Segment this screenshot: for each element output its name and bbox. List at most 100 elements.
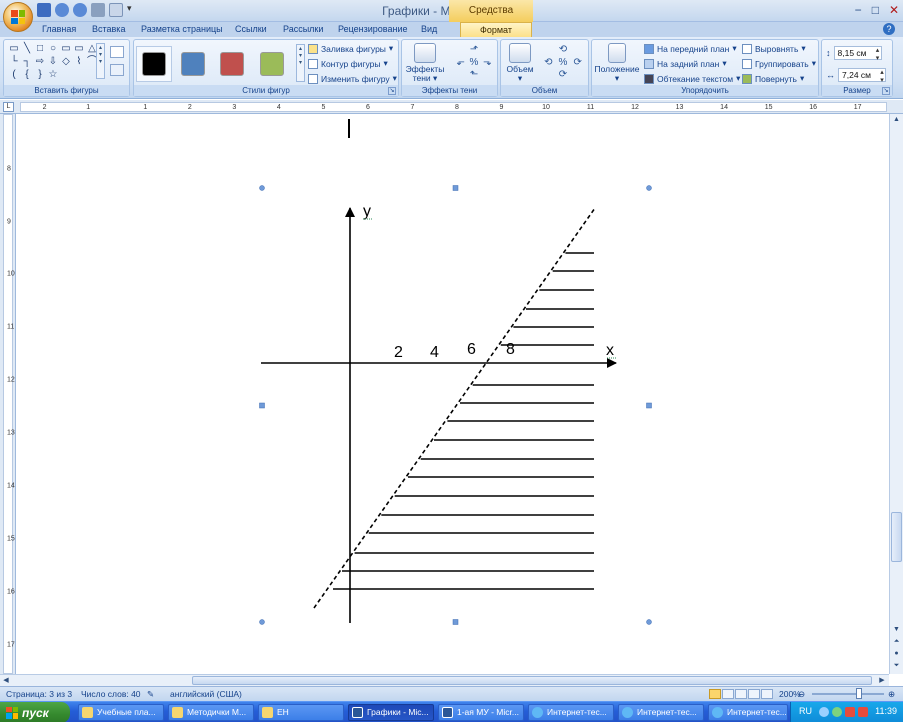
full-screen-view-icon[interactable] [722,689,734,699]
outline-view-icon[interactable] [748,689,760,699]
shape-rectangle-icon[interactable]: □ [34,43,46,55]
shape-rounded-rect-icon[interactable]: ▭ [60,43,72,55]
resize-handle-n[interactable] [452,185,459,191]
web-layout-view-icon[interactable] [735,689,747,699]
resize-handle-w[interactable] [259,402,265,409]
kaspersky-icon[interactable] [858,707,868,717]
tab-selector-icon[interactable]: L [3,102,14,112]
spelling-status-icon[interactable]: ✎ [147,689,154,700]
nudge-up-icon[interactable]: ⬏ [467,44,480,57]
shape-outline-button[interactable]: Контур фигуры ▾ [308,58,388,69]
language-indicator-tray[interactable]: RU [799,706,812,716]
shape-down-arrow-icon[interactable]: ⇩ [47,56,59,68]
zoom-in-icon[interactable]: ⊕ [888,689,895,700]
horizontal-scroll-thumb[interactable] [192,676,872,685]
style-swatch-blue[interactable] [181,52,205,76]
close-button[interactable]: ✕ [889,3,899,17]
tilt-up-icon[interactable]: ⟲ [556,44,571,57]
tab-home[interactable]: Главная [42,22,76,37]
3d-toggle-icon[interactable]: % [556,57,571,70]
graph-drawing[interactable]: y x 2 4 6 8 [17,115,889,674]
nudge-down-icon[interactable]: ⬑ [467,69,480,82]
nudge-left-icon[interactable]: ⬐ [454,57,467,70]
page-count[interactable]: Страница: 3 из 3 [6,689,72,699]
edit-shape-icon[interactable] [110,46,124,58]
horizontal-ruler[interactable]: L 2 1 1 2 3 4 5 6 7 8 9 10 11 12 13 14 15 16 17 [0,100,903,114]
maximize-button[interactable]: □ [872,3,879,17]
shape-height-spinner[interactable]: ↕ 8,15 см [826,46,882,62]
shape-line-icon[interactable]: ╲ [21,43,33,55]
shape-height-input[interactable]: 8,15 см [833,46,882,62]
style-swatch-black[interactable] [142,52,166,76]
shape-paren-icon[interactable]: ( [8,69,20,81]
group-button[interactable]: Группировать ▾ [742,58,816,69]
taskbar-item[interactable]: 1-ая МУ - Micr... [438,704,524,721]
taskbar-item[interactable]: Интернет-тес... [708,704,788,721]
resize-handle-nw[interactable] [259,185,265,191]
shapes-gallery-scroll[interactable]: ▴ ▾ ▾ [96,43,105,79]
zoom-slider[interactable] [812,693,884,695]
prev-page-icon[interactable]: ⏶ [890,636,903,648]
horizontal-scrollbar[interactable]: ◀ ▶ [0,674,889,686]
tilt-left-icon[interactable]: ⟲ [541,57,556,70]
vertical-scroll-thumb[interactable] [891,512,902,562]
shapes-gallery[interactable]: ▭ ╲ □ ○ ▭ ▭ △ └ ┐ ⇨ ⇩ ◇ ⌇ ⌒ ( { } ☆ [8,43,98,81]
taskbar-item[interactable]: Интернет-тес... [528,704,614,721]
shape-elbow-icon[interactable]: └ [8,56,20,68]
resize-handle-e[interactable] [646,402,652,409]
browse-object-icon[interactable]: ● [890,648,903,660]
zoom-out-icon[interactable]: ⊖ [798,689,805,700]
style-swatch-red[interactable] [220,52,244,76]
shape-width-spinner[interactable]: ↔ 7,24 см [826,68,886,84]
bring-to-front-button[interactable]: На передний план ▾ [644,43,737,54]
send-to-back-button[interactable]: На задний план ▾ [644,58,727,69]
shape-textbox-icon[interactable]: ▭ [8,43,20,55]
change-shape-button[interactable]: Изменить фигуру ▾ [308,73,397,84]
textbox-icon[interactable] [110,64,124,76]
word-count[interactable]: Число слов: 40 [81,689,141,699]
taskbar-item[interactable]: ЕН [258,704,344,721]
network-icon[interactable] [819,707,829,717]
scroll-right-icon[interactable]: ▶ [876,675,888,686]
3d-effects-button[interactable]: Объем ▾ [504,43,536,83]
vertical-scrollbar[interactable]: ▲ ▼ ⏶ ● ⏷ [889,114,903,674]
shape-freeform-icon[interactable]: ⌇ [73,56,85,68]
taskbar-item[interactable]: Учебные пла... [78,704,164,721]
shape-fill-button[interactable]: Заливка фигуры ▾ [308,43,393,54]
tab-page-layout[interactable]: Разметка страницы [141,22,223,37]
tab-mailings[interactable]: Рассылки [283,22,323,37]
shape-diamond-icon[interactable]: ◇ [60,56,72,68]
shape-frame-icon[interactable]: ▭ [73,43,85,55]
tilt-right-icon[interactable]: ⟳ [570,57,585,70]
taskbar-item[interactable]: Методички М... [168,704,254,721]
style-swatch-green[interactable] [260,52,284,76]
shadow-effects-button[interactable]: Эффекты тени ▾ [405,43,445,83]
nudge-right-icon[interactable]: ⬎ [481,57,494,70]
tab-format[interactable]: Формат [460,22,532,37]
styles-gallery-scroll[interactable]: ▴ ▾ ▾ [296,44,305,82]
taskbar-item-active[interactable]: Графики - Mic... [348,704,434,721]
vertical-ruler[interactable]: 8 9 10 11 12 13 14 15 16 17 [0,114,16,674]
next-page-icon[interactable]: ⏷ [890,660,903,672]
print-layout-view-icon[interactable] [709,689,721,699]
dialog-launcher-icon[interactable]: ↘ [388,87,396,95]
resize-handle-ne[interactable] [646,185,652,191]
start-button[interactable]: пуск [0,702,70,722]
taskbar-item[interactable]: Интернет-тес... [618,704,704,721]
zoom-slider-knob[interactable] [856,688,862,699]
shape-left-brace-icon[interactable]: { [21,69,33,81]
help-icon[interactable]: ? [883,23,895,35]
resize-handle-sw[interactable] [259,619,265,625]
tilt-down-icon[interactable]: ⟳ [556,69,571,82]
language-indicator[interactable]: английский (США) [170,689,242,699]
tab-view[interactable]: Вид [421,22,437,37]
document-page[interactable]: y x 2 4 6 8 [17,115,889,674]
antivirus-icon[interactable] [845,707,855,717]
scroll-up-icon[interactable]: ▲ [890,114,903,126]
office-button[interactable] [3,2,33,32]
tab-insert[interactable]: Вставка [92,22,125,37]
position-button[interactable]: Положение ▾ [594,43,640,83]
align-button[interactable]: Выровнять ▾ [742,43,806,54]
security-icon[interactable] [832,707,842,717]
shape-star-icon[interactable]: ☆ [47,69,59,81]
